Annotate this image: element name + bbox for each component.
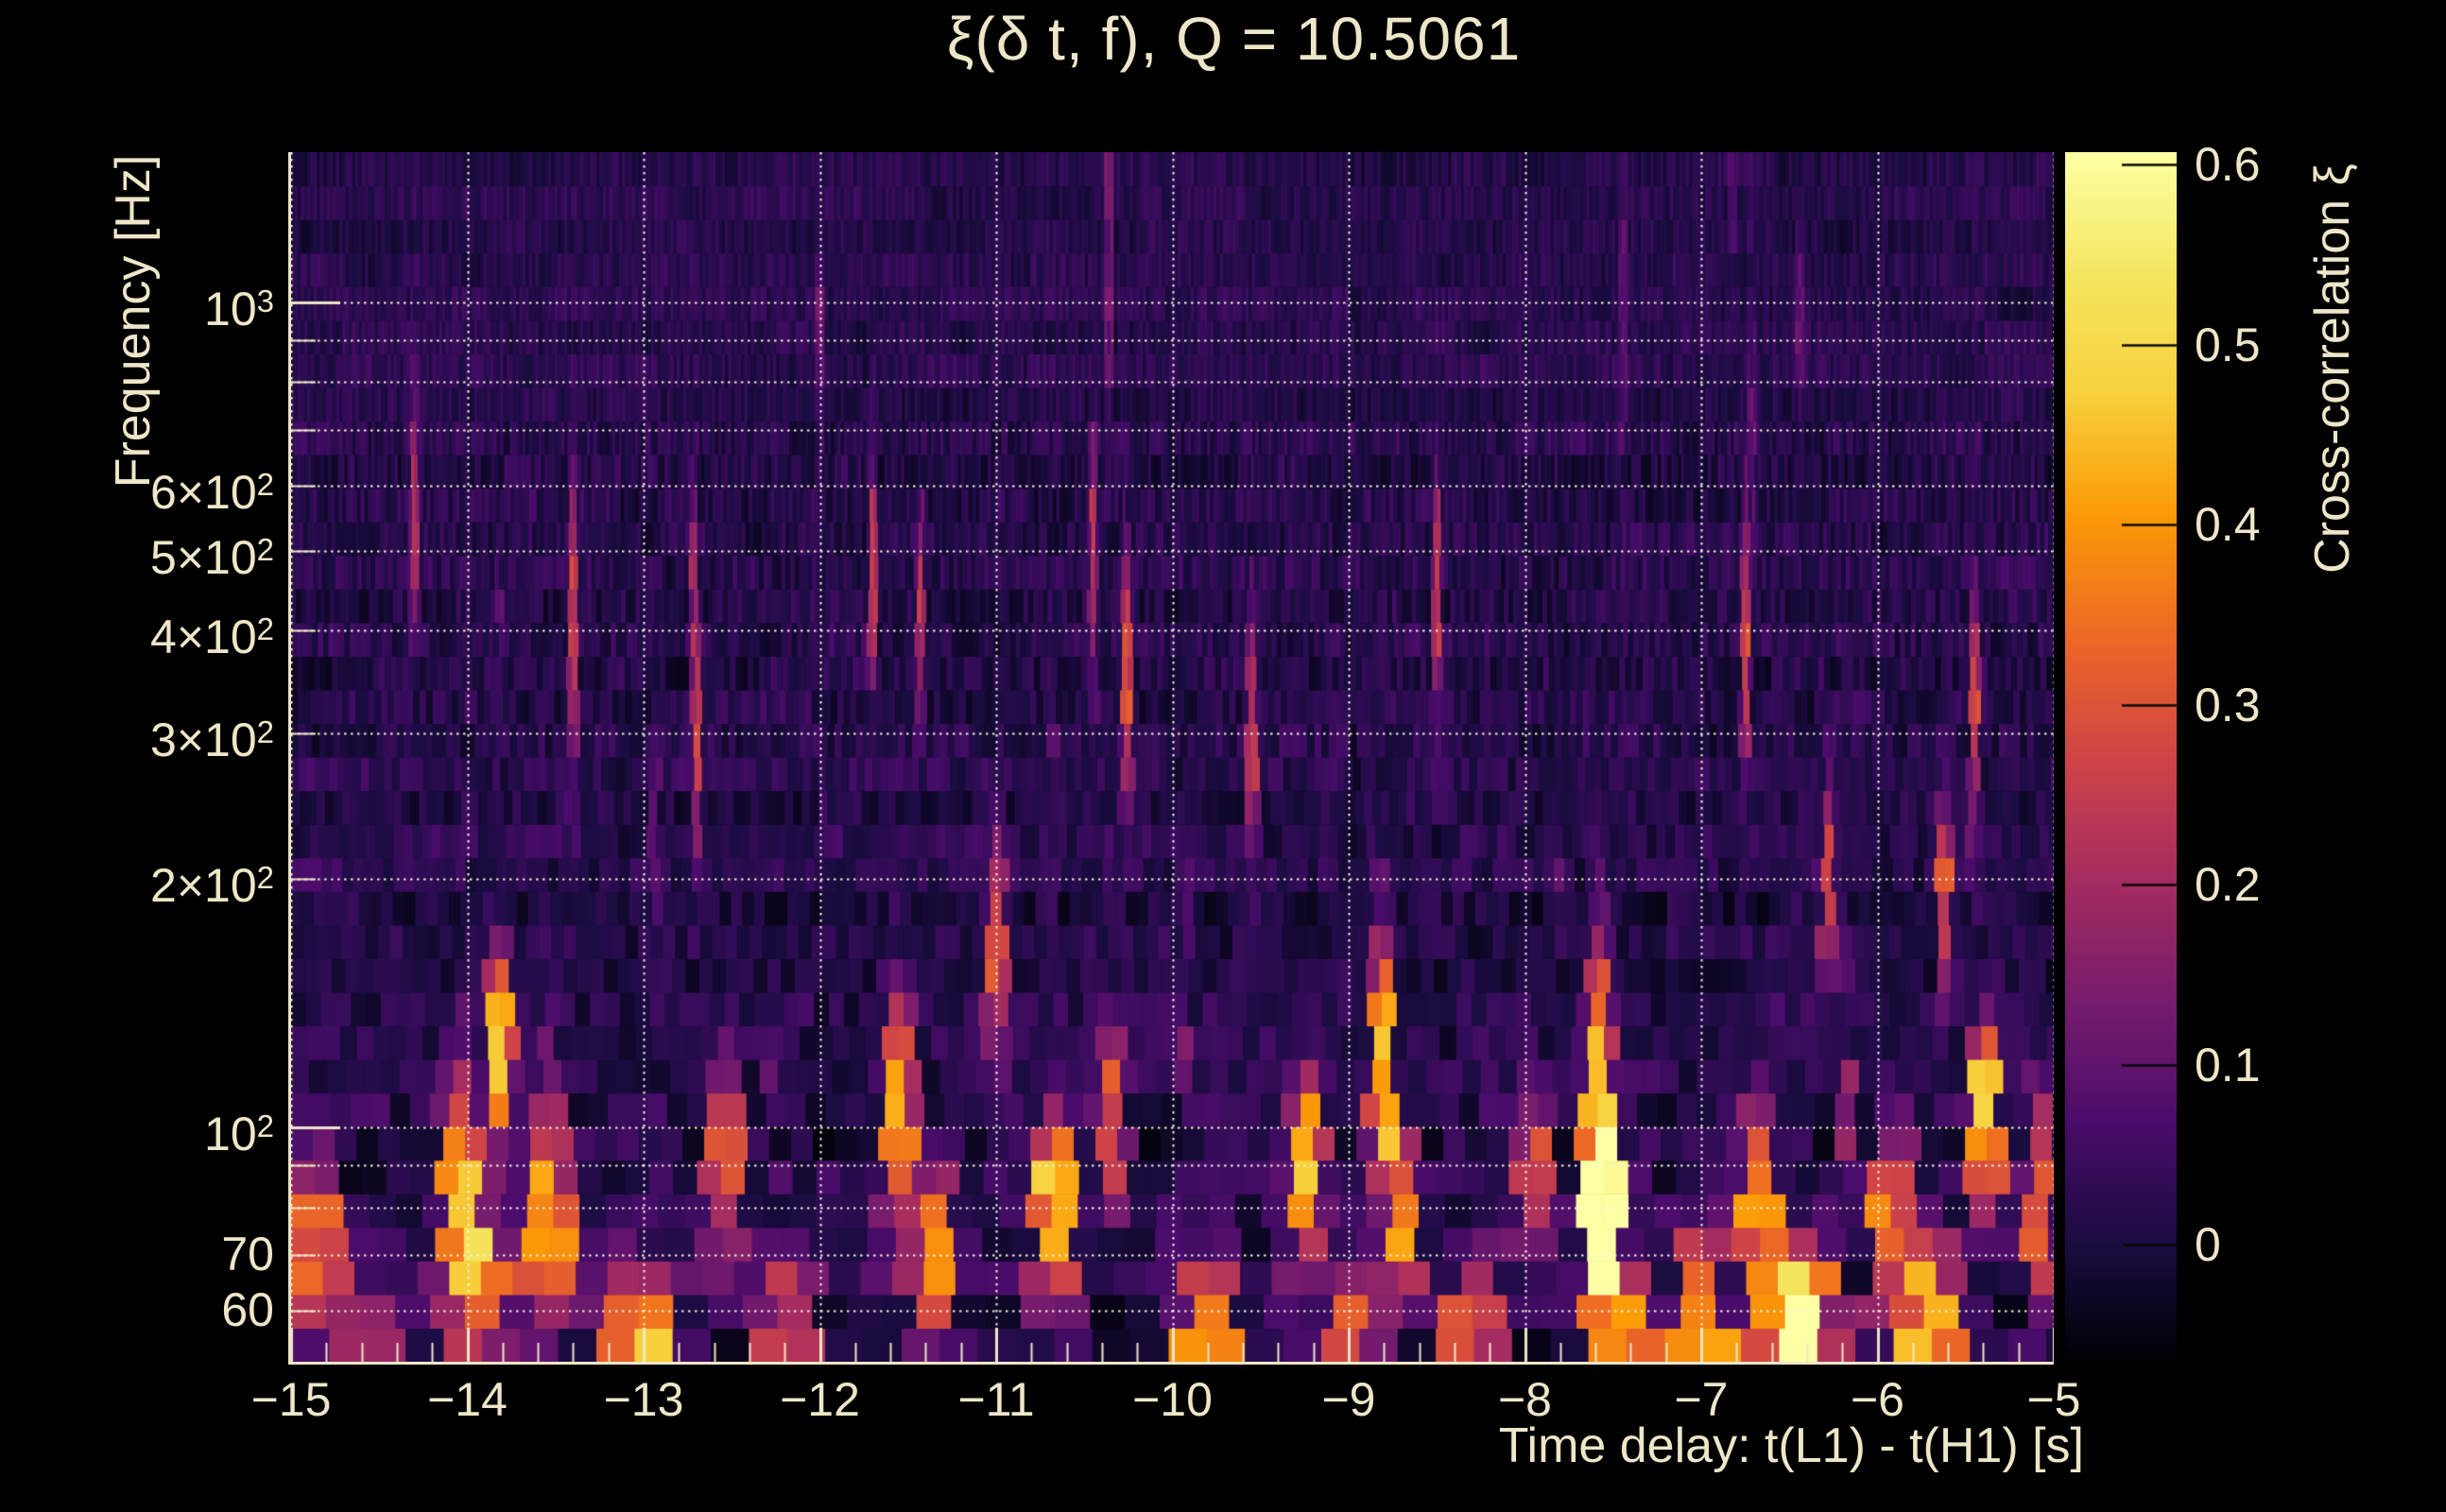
colorbar-tick-label: 0.3 <box>2195 678 2261 731</box>
colorbar-tick-label: 0.4 <box>2195 498 2261 552</box>
y-tick-label: 6×102 <box>150 465 274 519</box>
x-tick-label: −12 <box>780 1373 860 1426</box>
y-tick-label: 5×102 <box>150 530 274 584</box>
x-axis-title: Time delay: t(L1) - t(H1) [s] <box>1498 1418 2084 1473</box>
figure: ξ(δ t, f), Q = 10.5061 Frequency [Hz] 10… <box>0 0 2446 1512</box>
colorbar-tick-label: 0.5 <box>2195 318 2261 371</box>
x-tick-label: −11 <box>957 1373 1035 1426</box>
colorbar-tick-label: 0 <box>2195 1218 2221 1272</box>
colorbar-tick-label: 0.1 <box>2195 1038 2261 1091</box>
y-tick-label: 60 <box>221 1282 274 1336</box>
y-tick-label: 103 <box>204 282 274 335</box>
y-tick-label: 70 <box>221 1228 274 1281</box>
colorbar-tick-label: 0.2 <box>2195 858 2261 912</box>
y-tick-label: 2×102 <box>150 859 274 913</box>
plot-area <box>288 152 2054 1365</box>
x-tick-label: −13 <box>603 1373 684 1426</box>
x-tick-label: −15 <box>250 1373 332 1426</box>
y-tick-label: 4×102 <box>150 610 274 664</box>
chart-title: ξ(δ t, f), Q = 10.5061 <box>946 5 1522 73</box>
y-tick-label: 102 <box>204 1108 274 1160</box>
x-tick-label: −14 <box>427 1373 508 1426</box>
colorbar-tick-label: 0.6 <box>2195 138 2261 192</box>
colorbar <box>2065 152 2177 1363</box>
colorbar-canvas <box>2065 152 2177 1363</box>
heatmap-canvas <box>291 152 2054 1362</box>
y-tick-label: 3×102 <box>150 713 274 767</box>
